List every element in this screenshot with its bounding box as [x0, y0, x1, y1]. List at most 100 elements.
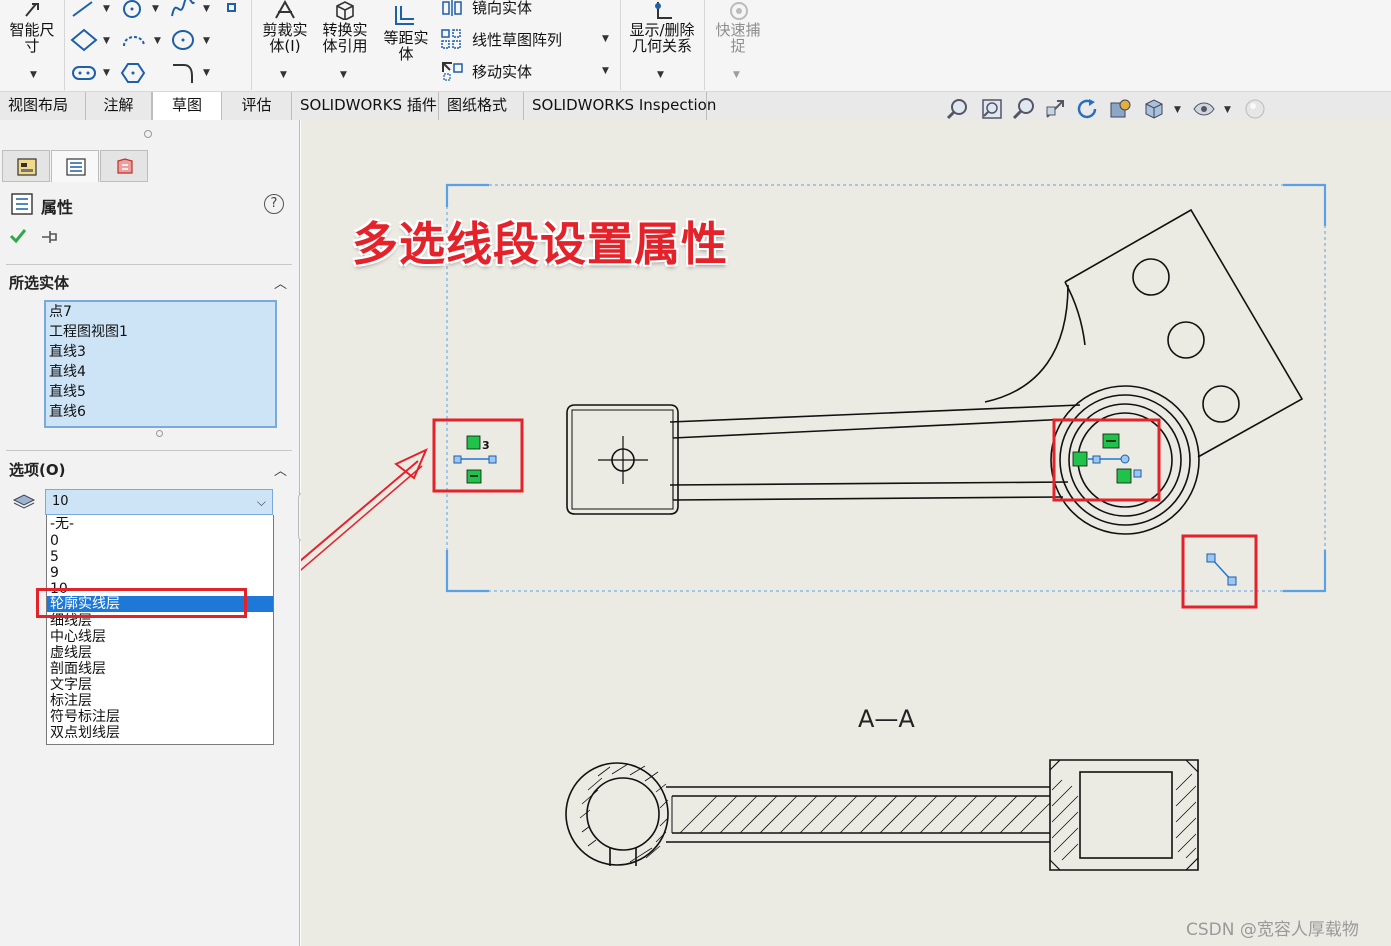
fillet-icon[interactable]	[170, 62, 196, 84]
help-button[interactable]: ?	[264, 194, 284, 214]
chevron-down-icon: ▼	[30, 70, 37, 80]
options-header[interactable]: 选项(O)	[9, 459, 65, 480]
chevron-up-icon[interactable]: ︿	[274, 273, 287, 292]
list-item[interactable]: 直线6	[49, 402, 86, 422]
dropdown-highlight-callout	[36, 588, 247, 618]
mirror-icon	[442, 0, 462, 16]
rotate-icon[interactable]	[1075, 97, 1101, 121]
ribbon-divider	[64, 0, 65, 90]
polygon-icon[interactable]	[120, 62, 146, 84]
chevron-down-icon[interactable]: ▼	[203, 4, 210, 14]
selected-point-marker[interactable]	[1206, 553, 1237, 586]
pin-button[interactable]	[40, 228, 60, 246]
tab-sheet-format[interactable]: 图纸格式	[439, 92, 524, 120]
chevron-down-icon[interactable]: ▼	[103, 36, 110, 46]
tab-solidworks-inspection[interactable]: SOLIDWORKS Inspection	[524, 92, 716, 120]
chevron-down-icon[interactable]: ▼	[152, 4, 159, 14]
section-view-a-a[interactable]	[565, 759, 1199, 871]
appearance-icon[interactable]	[1243, 97, 1267, 121]
selected-line-marker-left[interactable]: 3	[453, 435, 497, 484]
smart-dimension-label: 智能尺 寸	[9, 21, 55, 55]
convert-entities-button[interactable]: 转换实 体引用 ▼	[316, 0, 374, 88]
chevron-down-icon: ▼	[657, 70, 664, 80]
divider	[6, 450, 292, 451]
annotation-banner: 多选线段设置属性	[352, 217, 728, 271]
panel-splitter-handle[interactable]	[144, 130, 152, 138]
line-icon[interactable]	[70, 0, 96, 18]
ribbon-divider	[704, 0, 705, 90]
list-item[interactable]: 直线3	[49, 342, 86, 362]
chevron-down-icon[interactable]: ▼	[1224, 105, 1231, 115]
dropdown-option[interactable]: 剖面线层	[50, 661, 106, 677]
relations-icon	[655, 2, 672, 19]
display-delete-relations-button[interactable]: 显示/删除 几何关系 ▼	[624, 0, 700, 88]
slot-icon[interactable]	[120, 28, 148, 52]
tab-property-manager[interactable]	[51, 150, 99, 182]
dropdown-option[interactable]: -无-	[50, 516, 74, 532]
move-entities-button[interactable]: 移动实体 ▼	[438, 60, 618, 82]
layer-dropdown-list[interactable]: -无- 0 5 9 10 轮廓实线层 细线层 中心线层 虚线层 剖面线层 文字层…	[46, 515, 274, 745]
zoom-area-icon[interactable]	[979, 97, 1005, 121]
chevron-down-icon[interactable]: ▼	[203, 36, 210, 46]
trim-icon	[275, 0, 295, 19]
mirror-entities-button[interactable]: 镜向实体	[438, 0, 608, 18]
ok-button[interactable]	[8, 226, 28, 246]
view-orientation-icon[interactable]	[1141, 97, 1167, 121]
circle-icon[interactable]	[120, 0, 144, 18]
zoom-icon[interactable]	[1011, 97, 1037, 121]
layer-dropdown[interactable]: 10 ⌵	[45, 489, 273, 515]
chevron-up-icon[interactable]: ︿	[274, 460, 287, 479]
dropdown-option[interactable]: 9	[50, 565, 59, 581]
selected-entities-list[interactable]: 点7 工程图视图1 直线3 直线4 直线5 直线6	[44, 300, 277, 428]
tab-feature-manager[interactable]	[2, 150, 50, 182]
list-item[interactable]: 工程图视图1	[49, 322, 128, 342]
list-item[interactable]: 直线5	[49, 382, 86, 402]
chevron-down-icon[interactable]: ▼	[103, 4, 110, 14]
spline-icon[interactable]	[170, 0, 196, 18]
dropdown-option[interactable]: 双点划线层	[50, 725, 120, 741]
callout-annotations	[301, 418, 1258, 609]
slot-icon[interactable]	[70, 62, 98, 84]
dropdown-option[interactable]: 中心线层	[50, 629, 106, 645]
chevron-down-icon[interactable]: ▼	[1174, 105, 1181, 115]
dropdown-option[interactable]: 标注层	[50, 693, 92, 709]
zoom-fit-icon[interactable]	[945, 97, 971, 121]
tab-configuration-manager[interactable]	[100, 150, 148, 182]
pan-icon[interactable]	[1043, 97, 1069, 121]
display-style-icon[interactable]	[1107, 97, 1133, 121]
smart-dimension-button[interactable]: 智能尺 寸 ▼	[4, 0, 60, 88]
layer-icon	[12, 494, 36, 509]
dropdown-option[interactable]: 5	[50, 549, 59, 565]
trim-entities-button[interactable]: 剪裁实 体(I) ▼	[256, 0, 314, 88]
chevron-down-icon[interactable]: ▼	[154, 36, 161, 46]
tab-view-layout[interactable]: 视图布局	[0, 92, 86, 120]
tab-annotation[interactable]: 注解	[86, 92, 152, 120]
list-resize-handle[interactable]	[156, 430, 163, 437]
list-item[interactable]: 直线4	[49, 362, 86, 382]
offset-entities-label: 等距实 体	[383, 29, 429, 63]
dropdown-option[interactable]: 符号标注层	[50, 709, 120, 725]
trim-entities-label: 剪裁实 体(I)	[262, 21, 308, 55]
tab-evaluate[interactable]: 评估	[222, 92, 292, 120]
linear-pattern-label: 线性草图阵列	[472, 31, 563, 49]
selected-entities-header[interactable]: 所选实体	[9, 272, 69, 293]
hide-show-icon[interactable]	[1191, 97, 1217, 121]
dropdown-option[interactable]: 文字层	[50, 677, 92, 693]
list-item[interactable]: 点7	[49, 302, 72, 322]
selected-line-marker-right[interactable]	[1072, 433, 1142, 484]
smart-dimension-icon	[25, 3, 39, 17]
linear-pattern-button[interactable]: 线性草图阵列 ▼	[438, 28, 618, 50]
command-tabs: 视图布局 注解 草图 评估 SOLIDWORKS 插件 图纸格式 SOLIDWO…	[0, 92, 1391, 120]
chevron-down-icon[interactable]: ▼	[103, 68, 110, 78]
dropdown-option[interactable]: 0	[50, 533, 59, 549]
ellipse-icon[interactable]	[170, 28, 196, 52]
tab-solidworks-addins[interactable]: SOLIDWORKS 插件	[292, 92, 439, 120]
rectangle-icon[interactable]	[70, 28, 98, 52]
offset-entities-button[interactable]: 等距实 体	[378, 0, 434, 88]
chevron-down-icon[interactable]: ▼	[203, 68, 210, 78]
convert-entities-label: 转换实 体引用	[322, 21, 368, 55]
tab-sketch[interactable]: 草图	[152, 92, 222, 120]
quick-snaps-button[interactable]: 快速捕 捉 ▼	[708, 0, 768, 88]
point-icon[interactable]	[226, 2, 238, 14]
dropdown-option[interactable]: 虚线层	[50, 645, 92, 661]
